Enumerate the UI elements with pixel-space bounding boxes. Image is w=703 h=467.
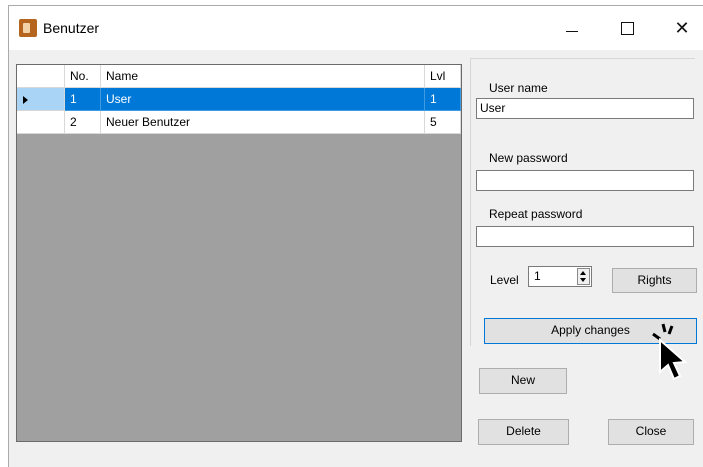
close-icon: ✕ [674,17,690,38]
cell-no[interactable]: 2 [65,111,101,134]
title-bar: Benutzer ✕ [9,6,703,50]
users-grid[interactable]: No. Name Lvl 1 User 1 2 Neuer Benutzer 5 [16,64,462,442]
arrow-up-icon[interactable] [580,271,586,275]
level-stepper-buttons[interactable] [577,268,590,285]
close-button[interactable]: Close [608,419,694,445]
maximize-button[interactable] [604,6,650,50]
cell-no[interactable]: 1 [65,88,101,111]
table-row[interactable]: 1 User 1 [17,88,461,111]
grid-corner [17,65,65,88]
cell-lvl[interactable]: 5 [425,111,461,134]
level-stepper[interactable]: 1 [528,266,592,287]
current-row-arrow-icon [23,96,28,104]
table-row[interactable]: 2 Neuer Benutzer 5 [17,111,461,134]
cell-name[interactable]: Neuer Benutzer [101,111,425,134]
app-icon [19,19,37,37]
user-name-field[interactable]: User [476,98,694,119]
rights-button[interactable]: Rights [612,268,697,293]
column-header-lvl[interactable]: Lvl [425,65,461,88]
cell-name[interactable]: User [101,88,425,111]
maximize-icon [620,21,634,35]
cell-lvl[interactable]: 1 [425,88,461,111]
row-header[interactable] [17,88,65,111]
user-name-label: User name [489,81,548,95]
window-title: Benutzer [43,20,100,36]
level-label: Level [490,273,519,287]
delete-button[interactable]: Delete [478,419,569,445]
row-header[interactable] [17,111,65,134]
minimize-icon [566,30,578,32]
click-cursor-icon [652,323,688,381]
repeat-password-label: Repeat password [489,207,583,221]
new-password-field[interactable] [476,170,694,191]
column-header-name[interactable]: Name [101,65,425,88]
minimize-button[interactable] [549,6,595,50]
arrow-down-icon[interactable] [580,278,586,282]
close-window-button[interactable]: ✕ [659,6,703,50]
repeat-password-field[interactable] [476,226,694,247]
new-password-label: New password [489,151,568,165]
column-header-no[interactable]: No. [65,65,101,88]
grid-header-row: No. Name Lvl [17,65,461,88]
level-value: 1 [534,269,541,283]
new-button[interactable]: New [479,368,567,394]
